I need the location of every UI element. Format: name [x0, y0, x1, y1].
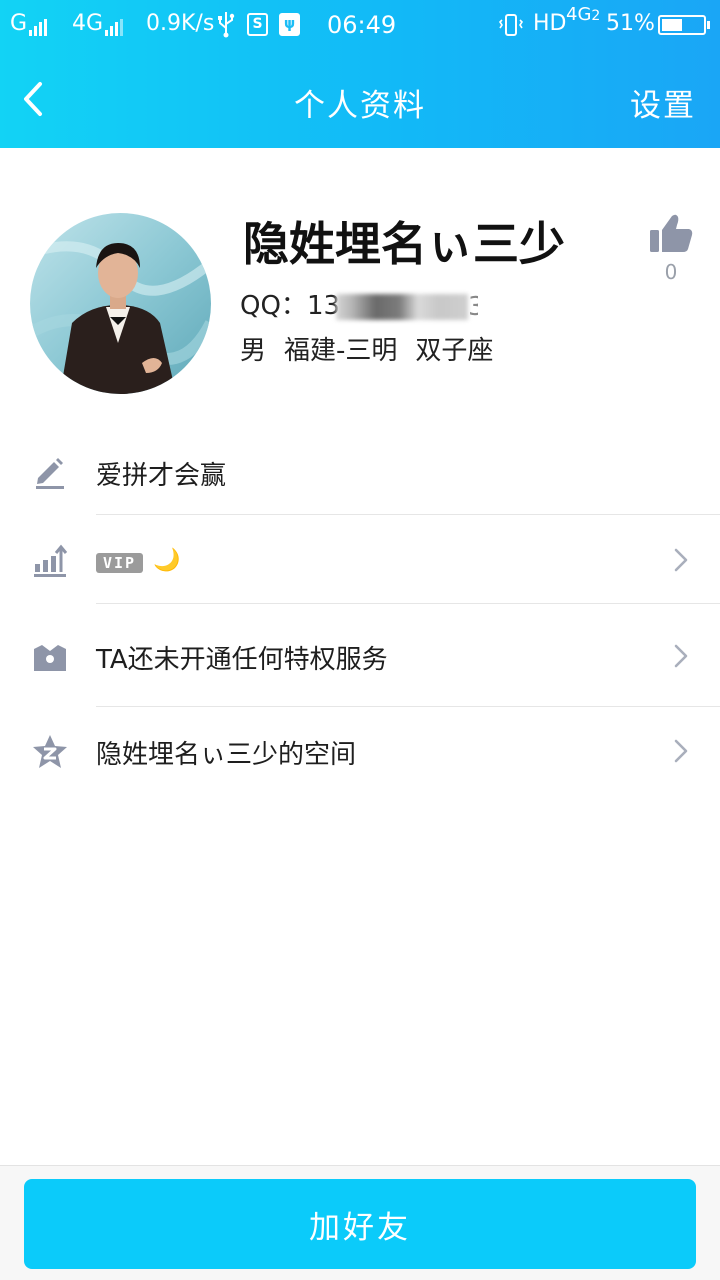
vip-badge: VIP — [96, 553, 144, 573]
battery-icon — [658, 15, 710, 35]
space-text: 隐姓埋名ぃ三少的空间 — [96, 740, 357, 770]
crown-icon — [34, 645, 66, 671]
qq-number: QQ：13 3 — [240, 291, 479, 322]
chevron-right-icon — [674, 644, 688, 668]
like-count: 0 — [664, 260, 678, 284]
divider — [96, 603, 720, 604]
back-chevron-icon — [24, 82, 42, 116]
location: 福建-三明 — [284, 336, 398, 366]
status-time: 06:49 — [327, 11, 397, 39]
gender: 男 — [240, 336, 267, 366]
edit-pencil-icon — [36, 458, 64, 489]
level-badges: VIP 🌙 — [96, 545, 181, 575]
qzone-star-icon — [33, 735, 67, 768]
space-row[interactable]: 隐姓埋名ぃ三少的空间 — [0, 706, 720, 796]
bottom-bar: 加好友 — [0, 1165, 720, 1280]
network-type: 4G2 — [566, 4, 601, 25]
signal-icon — [29, 11, 49, 36]
like-button[interactable] — [647, 210, 695, 258]
profile-meta: 男福建-三明 双子座 — [240, 330, 511, 367]
nickname: 隐姓埋名ぃ三少 — [243, 217, 565, 271]
settings-button[interactable]: 设置 — [630, 80, 696, 125]
signature-text: 爱拼才会赢 — [96, 461, 227, 491]
signature-row[interactable]: 爱拼才会赢 — [0, 427, 720, 517]
signal-icon — [105, 11, 125, 36]
vibrate-icon — [498, 14, 524, 36]
network-speed: 0.9K/s — [146, 11, 215, 36]
header: G 4G 0.9K/s S ψ 06:49 HD 4G2 51% 个人资料 设置 — [0, 0, 720, 148]
privilege-row[interactable]: TA还未开通任何特权服务 — [0, 611, 720, 701]
usb-icon — [218, 12, 235, 38]
avatar[interactable] — [30, 213, 211, 394]
chevron-right-icon — [674, 739, 688, 763]
usb-debug-icon: ψ — [279, 13, 300, 36]
title-bar: 个人资料 设置 — [0, 50, 720, 148]
hd-indicator: HD — [533, 11, 567, 36]
qq-redaction — [336, 293, 469, 320]
zodiac: 双子座 — [415, 336, 494, 366]
level-row[interactable]: VIP 🌙 — [0, 515, 720, 605]
back-button[interactable] — [14, 74, 54, 124]
thumbs-up-icon — [650, 214, 693, 252]
status-carrier1: G — [10, 11, 49, 36]
avatar-image — [30, 213, 211, 394]
status-bar: G 4G 0.9K/s S ψ 06:49 HD 4G2 51% — [0, 0, 720, 50]
chevron-right-icon — [674, 548, 688, 572]
battery-percent: 51% — [606, 11, 655, 36]
privilege-text: TA还未开通任何特权服务 — [96, 645, 388, 675]
page-title: 个人资料 — [294, 88, 426, 124]
sim-app-icon: S — [247, 13, 268, 36]
moon-icon: 🌙 — [153, 548, 181, 573]
status-carrier2: 4G — [72, 11, 125, 36]
level-chart-icon — [34, 544, 68, 577]
add-friend-button[interactable]: 加好友 — [24, 1179, 696, 1269]
